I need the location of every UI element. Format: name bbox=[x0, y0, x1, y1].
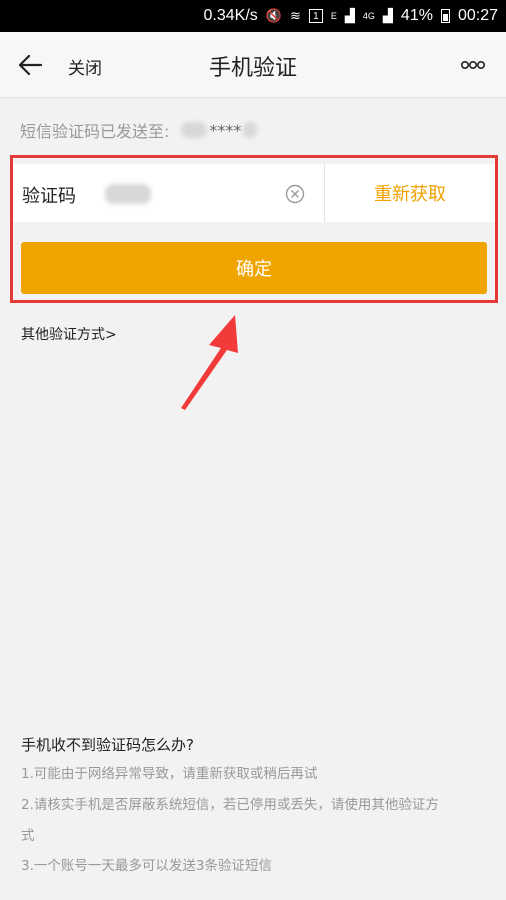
redacted-phone-suffix bbox=[243, 122, 258, 138]
status-bar: 0.34K/s 🔇 ≋ 1 E ▟ 4G ▟ 41% 00:27 bbox=[0, 0, 506, 32]
help-line-2b: 式 bbox=[21, 828, 35, 844]
masked-phone-stars: **** bbox=[209, 120, 242, 140]
network-4g-label: 4G bbox=[362, 11, 375, 21]
close-button[interactable]: 关闭 bbox=[68, 54, 102, 79]
code-label: 验证码 bbox=[22, 186, 76, 207]
sim-badge: 1 bbox=[308, 9, 323, 23]
help-line-3: 3.一个账号一天最多可以发送3条验证短信 bbox=[21, 858, 272, 874]
sent-prefix: 短信验证码已发送至: bbox=[20, 122, 170, 141]
other-verification-methods-link[interactable]: 其他验证方式> bbox=[21, 324, 117, 344]
help-line-1: 1.可能由于网络异常导致，请重新获取或稍后再试 bbox=[21, 766, 318, 782]
back-arrow-icon[interactable] bbox=[16, 51, 44, 79]
clear-icon[interactable] bbox=[285, 184, 305, 204]
navbar: 关闭 手机验证 bbox=[0, 32, 506, 98]
verification-code-row: 验证码 重新获取 bbox=[13, 164, 495, 222]
signal-icon: ▟ bbox=[344, 8, 355, 23]
network-e-label: E bbox=[330, 11, 337, 21]
sms-sent-notice: 短信验证码已发送至: **** bbox=[20, 118, 258, 142]
annotation-arrow-icon bbox=[181, 315, 238, 410]
mute-icon: 🔇 bbox=[265, 8, 282, 23]
signal-icon-2: ▟ bbox=[382, 8, 393, 23]
redacted-phone-prefix bbox=[181, 122, 208, 138]
clock: 00:27 bbox=[457, 7, 498, 24]
network-speed: 0.34K/s bbox=[203, 7, 258, 24]
resend-code-button[interactable]: 重新获取 bbox=[325, 164, 495, 222]
help-line-2a: 2.请核实手机是否屏蔽系统短信，若已停用或丢失，请使用其他验证方 bbox=[21, 797, 439, 813]
help-title: 手机收不到验证码怎么办? bbox=[21, 736, 194, 754]
wifi-icon: ≋ bbox=[289, 8, 301, 23]
more-icon[interactable] bbox=[460, 56, 486, 74]
battery-icon bbox=[440, 9, 450, 23]
code-input[interactable] bbox=[105, 184, 151, 204]
confirm-button[interactable]: 确定 bbox=[21, 242, 487, 294]
battery-percent: 41% bbox=[400, 7, 433, 24]
